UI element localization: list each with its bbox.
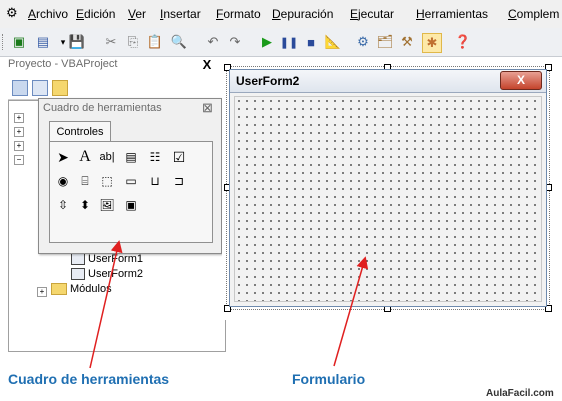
- watermark: AulaFacil.com: [486, 388, 554, 399]
- form-arrow: [333, 256, 369, 367]
- toolbox-annotation-label: Cuadro de herramientas: [8, 371, 170, 387]
- form-annotation-label: Formulario: [292, 371, 366, 387]
- annotation-arrows: [89, 240, 369, 369]
- toolbox-arrow: [89, 240, 123, 369]
